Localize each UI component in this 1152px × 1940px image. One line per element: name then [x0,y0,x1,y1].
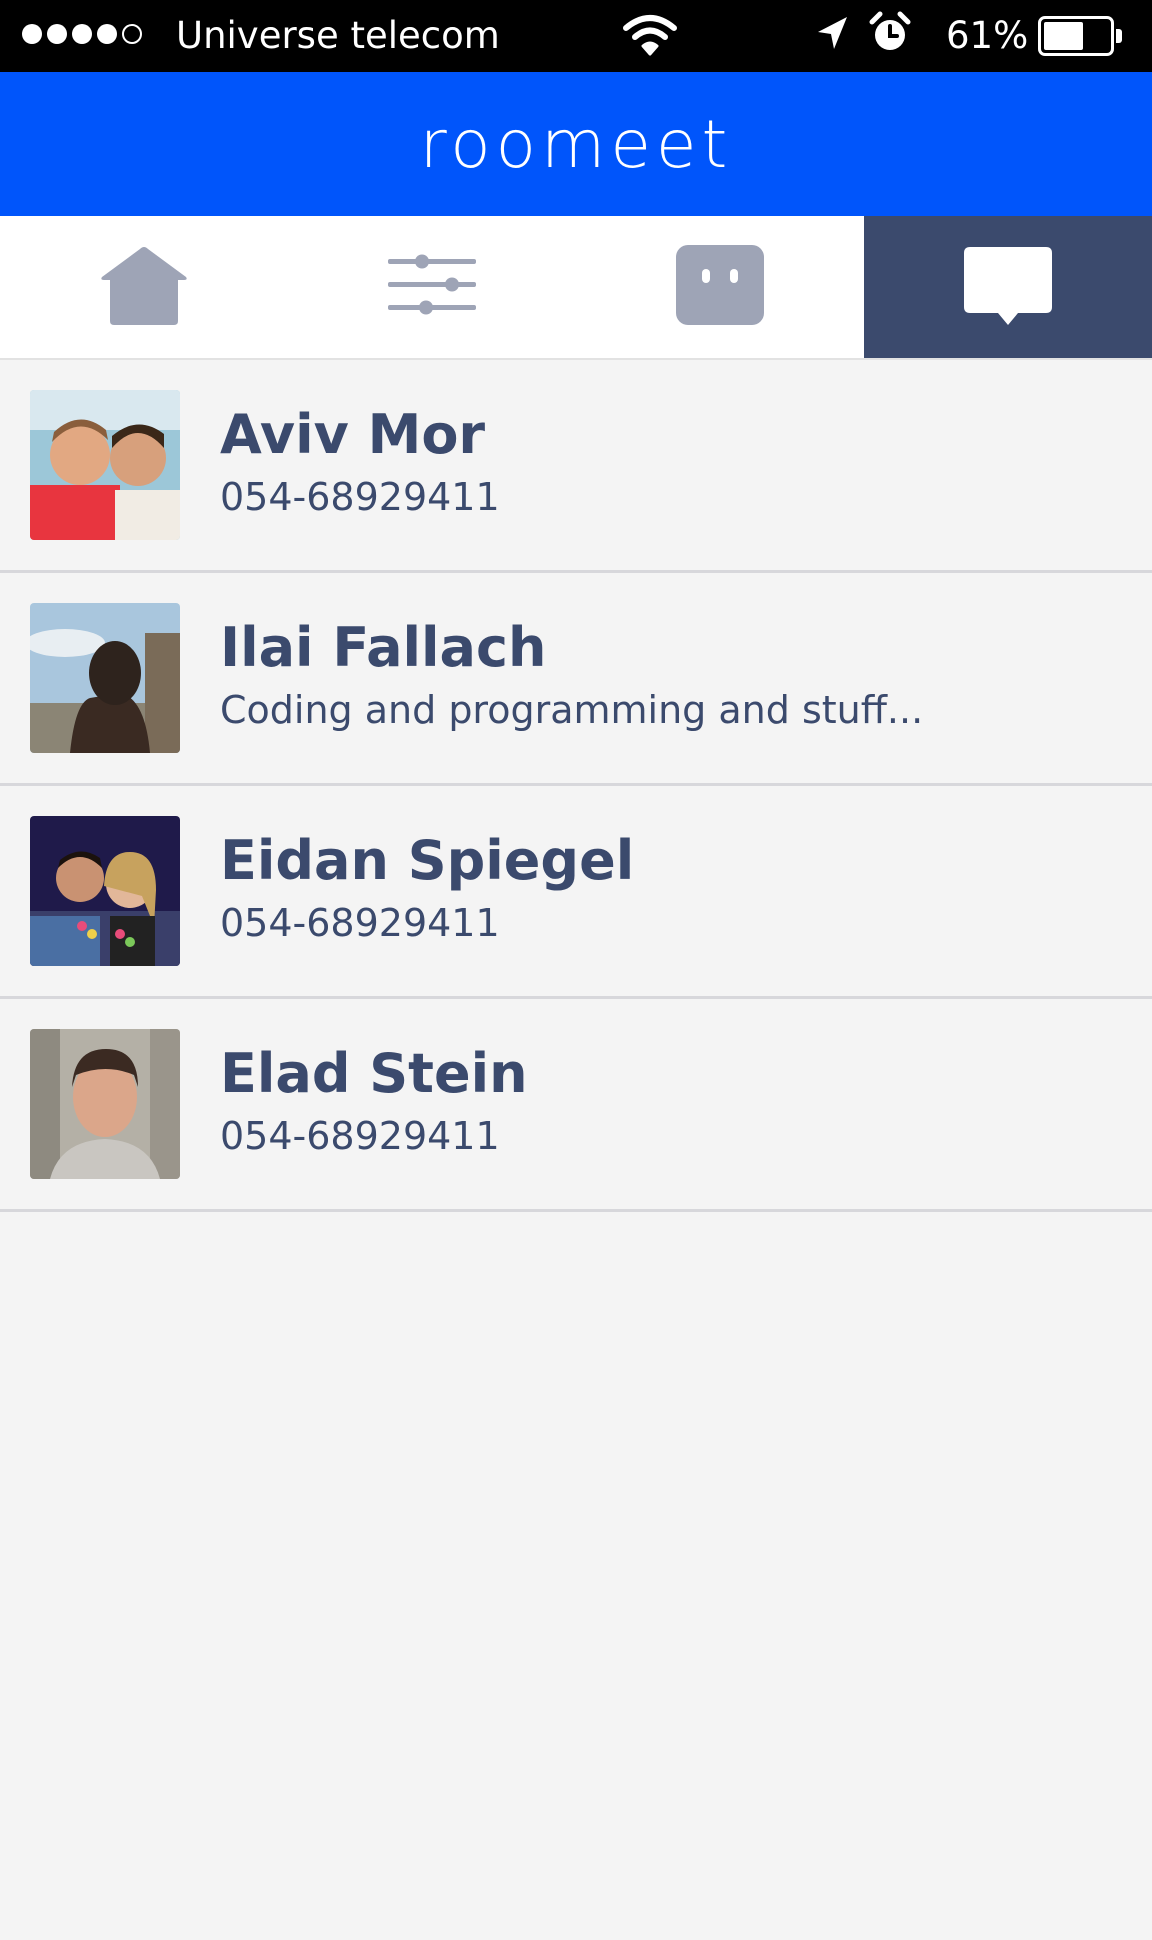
tab-roommates[interactable] [576,216,864,358]
contact-subtitle: 054-68929411 [220,475,500,519]
contact-row[interactable]: Elad Stein 054-68929411 [0,999,1152,1212]
contact-list: Aviv Mor 054-68929411 Ilai Fallach Codin… [0,360,1152,1212]
avatar [30,816,180,966]
contact-name: Elad Stein [220,1042,528,1105]
signal-dot [22,24,42,44]
chat-bubble-icon [962,243,1054,331]
avatar [30,603,180,753]
home-icon [98,243,190,331]
contact-subtitle: Coding and programming and stuff... [220,688,924,732]
app-logo: roomeet [419,105,733,183]
contact-name: Aviv Mor [220,403,486,466]
tab-bar [0,216,1152,360]
tab-filters[interactable] [288,216,576,358]
tab-messages[interactable] [864,216,1152,358]
avatar [30,390,180,540]
battery-percentage: 61% [946,14,1029,57]
signal-dot [47,24,67,44]
signal-dot [72,24,92,44]
contact-subtitle: 054-68929411 [220,901,500,945]
status-bar: Universe telecom 61% [0,0,1152,72]
avatar [30,1029,180,1179]
signal-strength-indicator [22,24,142,44]
contact-row[interactable]: Ilai Fallach Coding and programming and … [0,573,1152,786]
tab-home[interactable] [0,216,288,358]
contact-name: Ilai Fallach [220,616,547,679]
carrier-name: Universe telecom [176,14,500,57]
wifi-icon [620,10,680,62]
alarm-clock-icon [868,10,912,60]
signal-dot [97,24,117,44]
contact-subtitle: 054-68929411 [220,1114,500,1158]
contact-row[interactable]: Aviv Mor 054-68929411 [0,360,1152,573]
signal-dot [122,24,142,44]
location-arrow-icon [815,14,849,56]
robot-face-icon [674,243,766,331]
battery-icon [1038,16,1124,56]
contact-name: Eidan Spiegel [220,829,635,892]
app-header: roomeet [0,72,1152,216]
contact-row[interactable]: Eidan Spiegel 054-68929411 [0,786,1152,999]
filters-sliders-icon [386,250,478,324]
